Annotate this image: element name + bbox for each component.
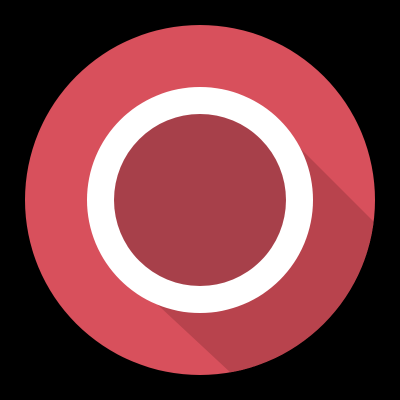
record-icon: [25, 25, 375, 375]
inner-circle: [114, 114, 286, 286]
icon-canvas: [0, 0, 400, 400]
